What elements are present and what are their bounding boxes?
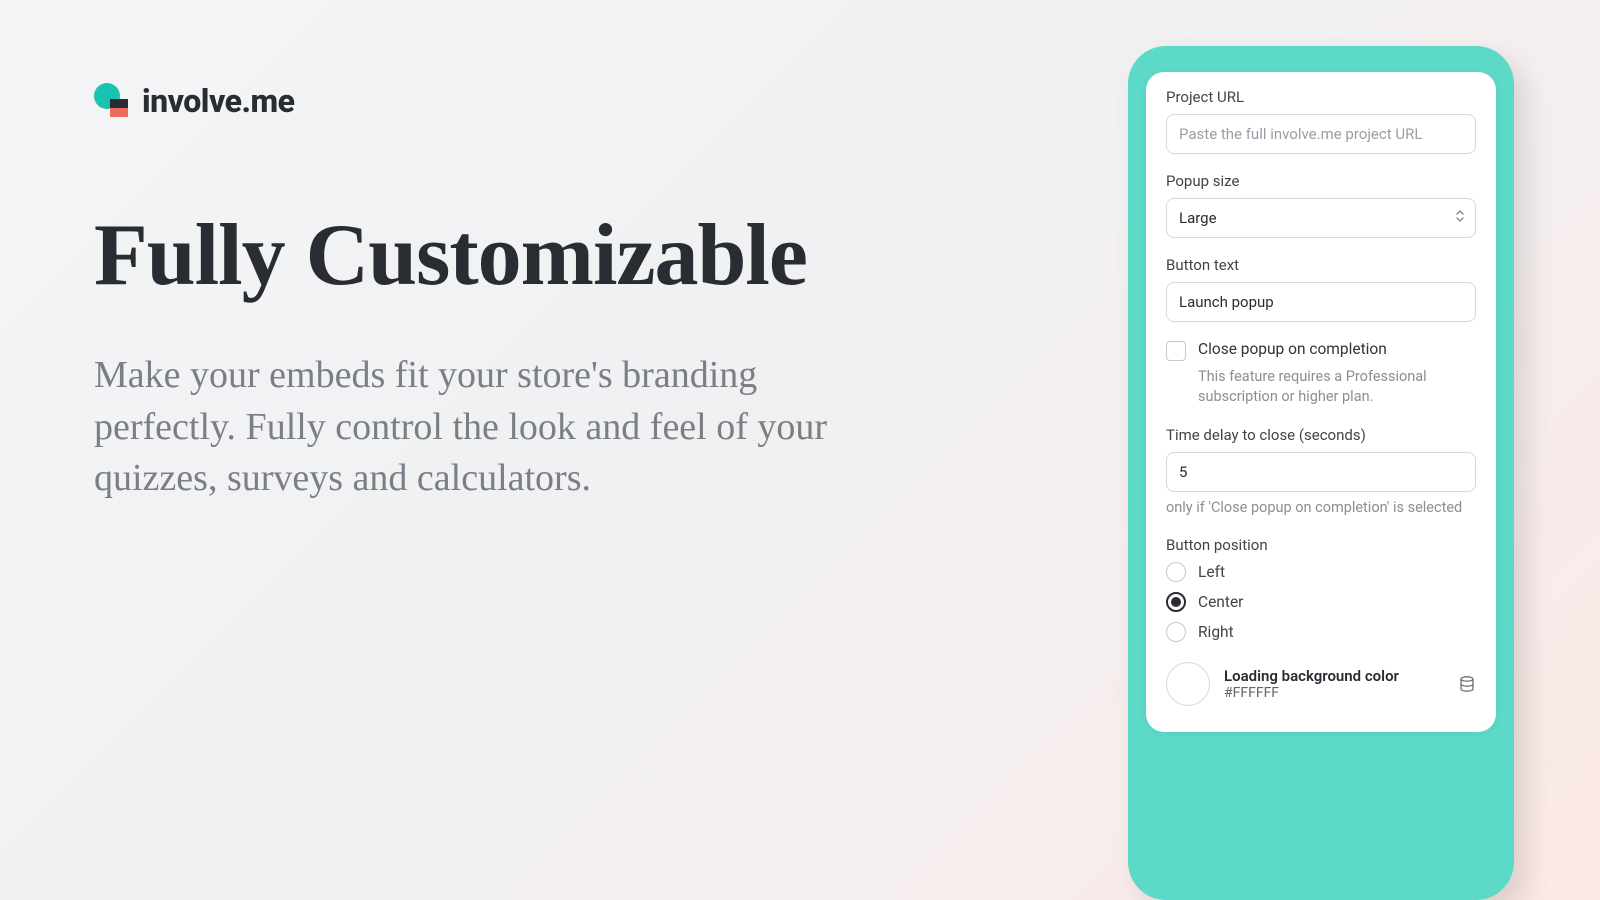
- radio-label: Left: [1198, 563, 1225, 581]
- brand-logo: involve.me: [94, 82, 854, 120]
- loading-bg-value: #FFFFFF: [1224, 685, 1444, 701]
- button-text-group: Button text: [1166, 256, 1476, 322]
- project-url-label: Project URL: [1166, 88, 1476, 106]
- time-delay-label: Time delay to close (seconds): [1166, 426, 1476, 444]
- hero-subtitle: Make your embeds fit your store's brandi…: [94, 350, 834, 504]
- time-delay-group: Time delay to close (seconds) only if 'C…: [1166, 426, 1476, 518]
- button-position-option-right[interactable]: Right: [1166, 622, 1476, 642]
- close-on-completion-note: This feature requires a Professional sub…: [1198, 367, 1476, 408]
- radio-icon: [1166, 592, 1186, 612]
- radio-label: Right: [1198, 623, 1234, 641]
- close-on-completion-checkbox[interactable]: [1166, 341, 1186, 361]
- radio-icon: [1166, 562, 1186, 582]
- button-text-input[interactable]: [1166, 282, 1476, 322]
- popup-size-group: Popup size: [1166, 172, 1476, 238]
- settings-card: Project URL Popup size Button text Close…: [1146, 72, 1496, 732]
- button-position-option-center[interactable]: Center: [1166, 592, 1476, 612]
- popup-size-select[interactable]: [1166, 198, 1476, 238]
- close-on-completion-label: Close popup on completion: [1198, 340, 1387, 358]
- button-position-option-left[interactable]: Left: [1166, 562, 1476, 582]
- radio-label: Center: [1198, 593, 1243, 611]
- settings-panel-frame: Project URL Popup size Button text Close…: [1128, 46, 1514, 900]
- close-on-completion-group: Close popup on completion This feature r…: [1166, 340, 1476, 408]
- brand-logo-mark: [94, 83, 130, 119]
- brand-name: involve.me: [142, 82, 294, 120]
- button-position-label: Button position: [1166, 536, 1476, 554]
- hero-title: Fully Customizable: [94, 210, 854, 302]
- button-text-label: Button text: [1166, 256, 1476, 274]
- radio-icon: [1166, 622, 1186, 642]
- project-url-input[interactable]: [1166, 114, 1476, 154]
- database-icon[interactable]: [1458, 675, 1476, 693]
- loading-bg-label: Loading background color: [1224, 667, 1444, 685]
- time-delay-input[interactable]: [1166, 452, 1476, 492]
- loading-bg-swatch[interactable]: [1166, 662, 1210, 706]
- popup-size-label: Popup size: [1166, 172, 1476, 190]
- project-url-group: Project URL: [1166, 88, 1476, 154]
- loading-bg-group: Loading background color #FFFFFF: [1166, 662, 1476, 706]
- time-delay-note: only if 'Close popup on completion' is s…: [1166, 498, 1476, 518]
- button-position-group: Button position Left Center Right: [1166, 536, 1476, 642]
